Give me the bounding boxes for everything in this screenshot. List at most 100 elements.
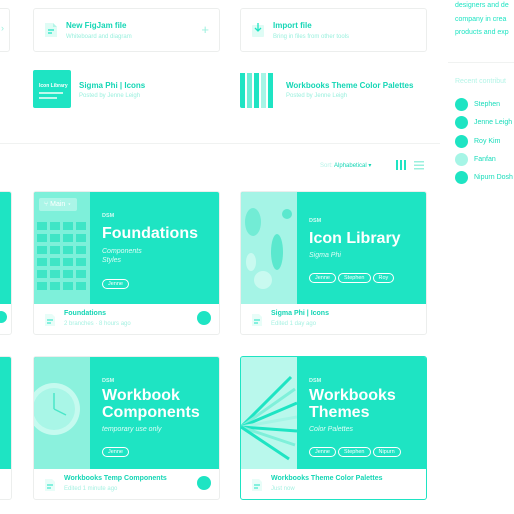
cover-subtitle: temporary use only: [102, 426, 162, 433]
cover-subtitle: Components: [102, 248, 142, 255]
cover-subtitle: Sigma Phi: [309, 252, 341, 259]
chevron-down-icon: ▾: [368, 163, 372, 169]
team-description: company in crea: [455, 16, 507, 23]
collaborator-pill: Stephen: [338, 447, 371, 457]
cover-subtitle: Styles: [102, 257, 122, 264]
contributor-name: Jenne Leigh: [474, 119, 513, 126]
figjam-file-icon: [45, 23, 57, 37]
avatar: [455, 116, 468, 129]
thumbnail-lines: [39, 97, 57, 99]
cover-title: Icon Library: [309, 230, 401, 247]
chevron-right-icon: ›: [1, 23, 4, 33]
avatar: [0, 311, 7, 323]
collaborator-pill: Jenne: [102, 279, 129, 289]
collaborator-pill: Stephen: [338, 273, 371, 283]
team-tag: DSM: [102, 213, 115, 219]
color-fan-image: [241, 357, 297, 469]
team-tag: DSM: [309, 218, 322, 224]
file-cover: DSM Icon Library Sigma Phi Jenne Stephen R…: [241, 192, 426, 304]
avatar: [455, 153, 468, 166]
cover-subtitle: Color Palettes: [309, 426, 353, 433]
thumbnail-lines: [39, 92, 63, 94]
branch-name: Main: [50, 201, 66, 208]
design-file-icon: [252, 314, 262, 326]
edge-action-card[interactable]: ›: [0, 8, 10, 52]
recent-file-author: Posted by Jenne Leigh: [79, 93, 141, 99]
section-divider: [0, 143, 440, 144]
recent-file-sigma-icons[interactable]: Icon Library Sigma Phi | Icons Posted by…: [33, 70, 233, 114]
collaborator-pill: Roy: [372, 273, 395, 283]
file-meta: Edited 1 day ago: [271, 321, 317, 327]
design-file-icon: [45, 314, 55, 326]
team-avatar: [197, 311, 211, 325]
recent-file-workbooks-palettes[interactable]: Workbooks Theme Color Palettes Posted by…: [240, 70, 440, 114]
collaborator-pills: Jenne: [102, 272, 131, 290]
collaborator-pills: Jenne: [102, 440, 131, 458]
edge-file-card[interactable]: [0, 191, 12, 335]
sort-label: Sort:: [320, 163, 333, 169]
contributor-name: Fanfan: [474, 156, 496, 163]
collaborator-pill: Nipurn: [372, 447, 401, 457]
file-meta: Edited 1 minute ago: [64, 486, 118, 492]
design-file-icon: [45, 479, 55, 491]
branch-badge[interactable]: ⑂ Main ▾: [39, 198, 77, 211]
cover-title: Components: [102, 404, 200, 421]
avatar: [455, 171, 468, 184]
contributor-name: Stephen: [474, 101, 501, 108]
cover-title: Workbooks: [309, 387, 396, 404]
sidebar-divider: [448, 62, 514, 63]
avatar: [455, 98, 468, 111]
action-title: Import file: [273, 21, 312, 30]
import-file-card[interactable]: Import file Bring in files from other to…: [240, 8, 427, 52]
cover-title: Workbook: [102, 387, 180, 404]
team-description: products and exp: [455, 29, 509, 36]
action-subtitle: Whiteboard and diagram: [66, 34, 132, 40]
branch-icon: ⑂: [44, 201, 49, 208]
contributor-name: Nipurn Dosh: [474, 174, 513, 181]
new-figjam-file-card[interactable]: New FigJam file Whiteboard and diagram +: [33, 8, 220, 52]
import-icon: [252, 23, 264, 37]
action-subtitle: Bring in files from other tools: [273, 34, 350, 40]
collaborator-pills: Jenne Stephen Nipurn: [309, 440, 403, 458]
contributor-name: Roy Kim: [474, 138, 501, 145]
file-card-workbooks-themes[interactable]: DSM Workbooks Themes Color Palettes Jenn…: [240, 356, 427, 500]
recent-file-author: Posted by Jenne Leigh: [286, 93, 348, 99]
list-view-icon[interactable]: [414, 160, 424, 170]
file-name: Sigma Phi | Icons: [271, 310, 329, 317]
file-card-foundations[interactable]: ⑂ Main ▾ DSM Foundations Components Styl…: [33, 191, 220, 335]
file-name: Workbooks Theme Color Palettes: [271, 475, 383, 482]
grid-view-icon[interactable]: [396, 160, 406, 170]
file-cover: DSM Workbooks Themes Color Palettes Jenn…: [241, 357, 426, 469]
thumbnail-label: Icon Library: [39, 83, 68, 89]
collaborator-pill: Jenne: [309, 273, 336, 283]
edge-file-card[interactable]: [0, 356, 12, 500]
palette-bar: [268, 73, 273, 108]
file-meta: 2 branches · 8 hours ago: [64, 321, 131, 327]
palette-bar: [247, 73, 252, 108]
sort-value: Alphabetical: [334, 163, 367, 169]
team-description: designers and de: [455, 2, 509, 9]
clock-image: [34, 357, 90, 469]
design-file-icon: [252, 479, 262, 491]
file-card-icon-library[interactable]: DSM Icon Library Sigma Phi Jenne Stephen R…: [240, 191, 427, 335]
action-title: New FigJam file: [66, 21, 127, 30]
palette-bar: [254, 73, 259, 108]
plus-icon[interactable]: +: [201, 22, 209, 37]
team-tag: DSM: [102, 378, 115, 384]
recent-file-name: Sigma Phi | Icons: [79, 81, 146, 90]
avatar: [455, 135, 468, 148]
sort-dropdown[interactable]: Sort: Alphabetical ▾: [320, 162, 371, 169]
file-name: Workbooks Temp Components: [64, 475, 167, 482]
file-meta: Just now: [271, 486, 295, 492]
file-card-workbook-components[interactable]: DSM Workbook Components temporary use on…: [33, 356, 220, 500]
file-thumbnail: [240, 70, 278, 108]
collaborator-pills: Jenne Stephen Roy: [309, 266, 396, 284]
collaborator-pill: Jenne: [309, 447, 336, 457]
palette-bar: [261, 73, 266, 108]
cover-title: Themes: [309, 404, 370, 421]
chevron-down-icon: ▾: [67, 201, 72, 208]
recent-file-name: Workbooks Theme Color Palettes: [286, 81, 414, 90]
collaborator-pill: Jenne: [102, 447, 129, 457]
file-cover: ⑂ Main ▾ DSM Foundations Components Styl…: [34, 192, 219, 304]
palette-bar: [240, 73, 245, 108]
